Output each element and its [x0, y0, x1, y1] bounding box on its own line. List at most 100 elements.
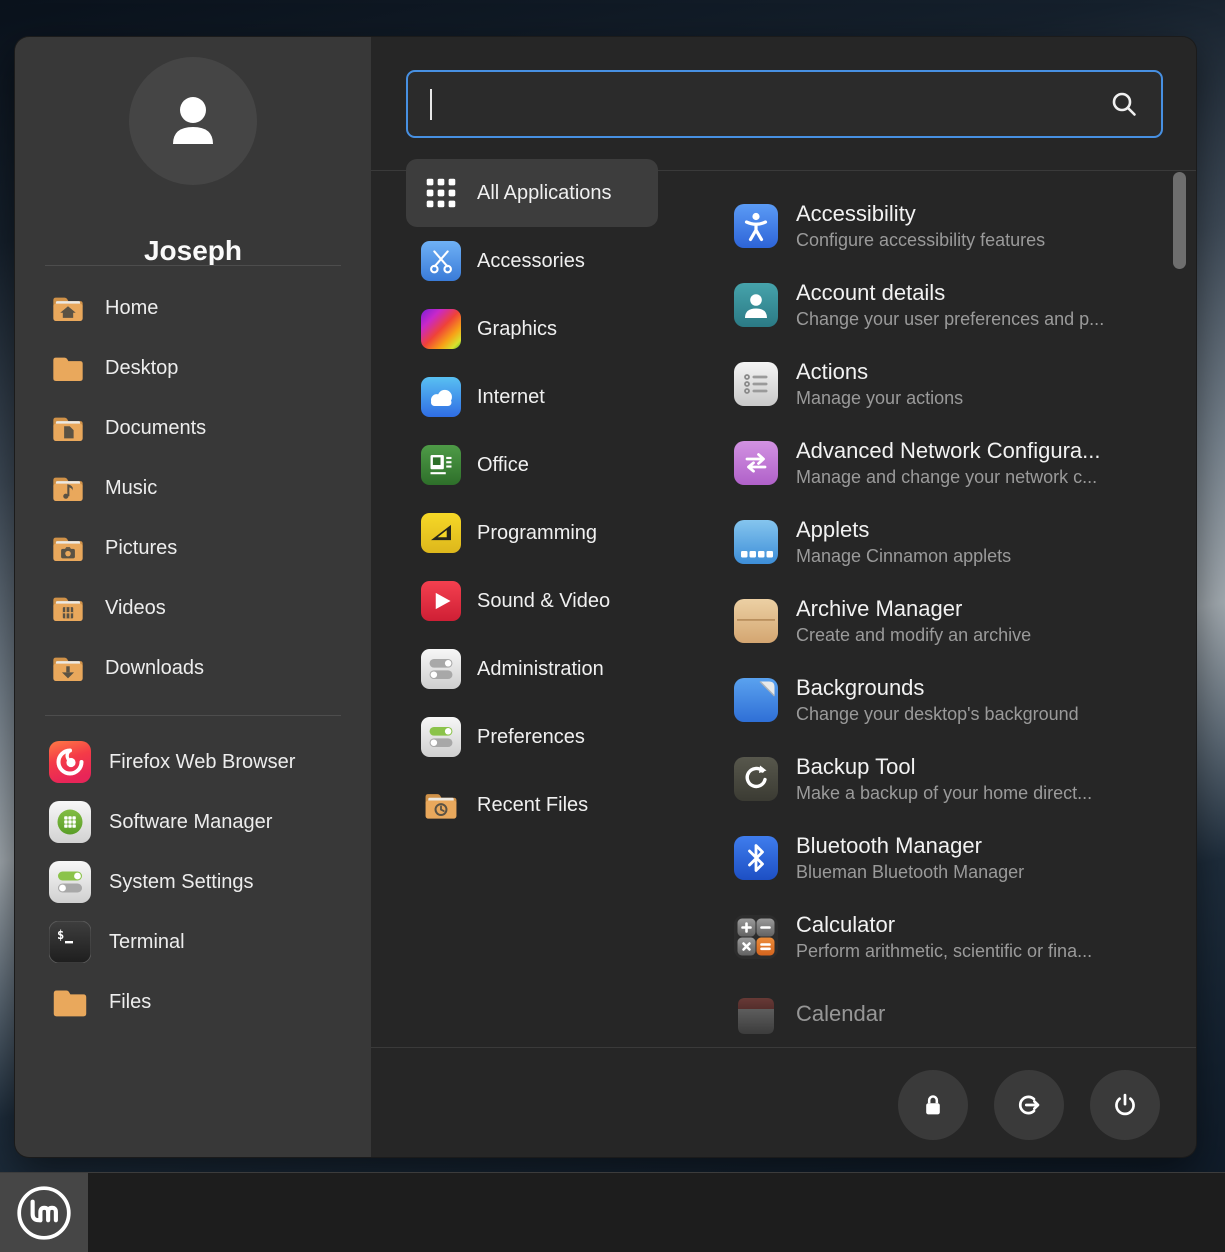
- app-row-accessibility[interactable]: Accessibility Configure accessibility fe…: [734, 186, 1134, 265]
- menu-button[interactable]: [0, 1173, 88, 1252]
- logout-icon: [1011, 1087, 1047, 1123]
- sidebar-item-label: System Settings: [109, 871, 254, 894]
- app-row-advanced-network-configuration[interactable]: Advanced Network Configura... Manage and…: [734, 423, 1134, 502]
- category-label: Administration: [477, 658, 604, 681]
- sidebar-item-label: Music: [105, 477, 157, 500]
- category-label: Recent Files: [477, 794, 588, 817]
- category-label: Accessories: [477, 250, 585, 273]
- app-row-bluetooth-manager[interactable]: Bluetooth Manager Blueman Bluetooth Mana…: [734, 818, 1134, 897]
- category-recent-files[interactable]: Recent Files: [406, 771, 706, 839]
- app-name: Calendar: [796, 1001, 885, 1027]
- sidebar-item-desktop[interactable]: Desktop: [15, 338, 371, 398]
- category-label: Graphics: [477, 318, 557, 341]
- app-name: Bluetooth Manager: [796, 833, 1024, 859]
- app-row-archive-manager[interactable]: Archive Manager Create and modify an arc…: [734, 581, 1134, 660]
- app-row-calendar[interactable]: Calendar: [734, 976, 1134, 1047]
- lock-button[interactable]: [898, 1070, 968, 1140]
- logout-button[interactable]: [994, 1070, 1064, 1140]
- category-office[interactable]: Office: [406, 431, 706, 499]
- username: Joseph: [15, 235, 371, 267]
- sidebar-divider: [45, 715, 341, 716]
- app-description: Manage Cinnamon applets: [796, 546, 1011, 567]
- app-description: Make a backup of your home direct...: [796, 783, 1092, 804]
- sidebar-item-documents[interactable]: Documents: [15, 398, 371, 458]
- category-all-applications[interactable]: All Applications: [406, 159, 658, 227]
- app-description: Configure accessibility features: [796, 230, 1045, 251]
- account-details-icon: [734, 283, 778, 327]
- category-programming[interactable]: Programming: [406, 499, 706, 567]
- recent-files-icon: [421, 785, 461, 825]
- menu-main-area: All Applications Accessories: [371, 37, 1196, 1157]
- app-row-actions[interactable]: Actions Manage your actions: [734, 344, 1134, 423]
- app-row-calculator[interactable]: Calculator Perform arithmetic, scientifi…: [734, 897, 1134, 976]
- sidebar-item-downloads[interactable]: Downloads: [15, 638, 371, 698]
- folder-desktop-icon: [49, 349, 87, 387]
- app-row-account-details[interactable]: Account details Change your user prefere…: [734, 265, 1134, 344]
- sidebar-item-software-manager[interactable]: Software Manager: [15, 792, 371, 852]
- accessibility-icon: [734, 204, 778, 248]
- search-icon[interactable]: [1109, 89, 1139, 119]
- app-name: Calculator: [796, 912, 1092, 938]
- set-square-icon: [421, 513, 461, 553]
- app-row-backgrounds[interactable]: Backgrounds Change your desktop's backgr…: [734, 660, 1134, 739]
- sidebar-item-label: Files: [109, 991, 151, 1014]
- play-icon: [421, 581, 461, 621]
- archive-manager-icon: [734, 599, 778, 643]
- app-name: Account details: [796, 280, 1104, 306]
- category-accessories[interactable]: Accessories: [406, 227, 706, 295]
- folder-videos-icon: [49, 589, 87, 627]
- app-name: Actions: [796, 359, 963, 385]
- sidebar-item-terminal[interactable]: $ Terminal: [15, 912, 371, 972]
- cloud-icon: [421, 377, 461, 417]
- scrollbar-thumb[interactable]: [1173, 172, 1186, 269]
- category-label: Sound & Video: [477, 590, 610, 613]
- category-label: All Applications: [477, 182, 612, 205]
- app-row-applets[interactable]: Applets Manage Cinnamon applets: [734, 502, 1134, 581]
- sidebar-item-pictures[interactable]: Pictures: [15, 518, 371, 578]
- sidebar-item-music[interactable]: Music: [15, 458, 371, 518]
- favorites-list: Firefox Web Browser Software: [15, 732, 371, 1032]
- user-icon: [158, 86, 228, 156]
- main-menu: Joseph Home Desktop Documents: [15, 37, 1196, 1157]
- color-wheel-icon: [421, 309, 461, 349]
- sidebar-item-label: Videos: [105, 597, 166, 620]
- search-input[interactable]: [408, 91, 1109, 117]
- system-settings-icon: [49, 861, 91, 903]
- app-description: Perform arithmetic, scientific or fina..…: [796, 941, 1092, 962]
- sidebar-item-home[interactable]: Home: [15, 278, 371, 338]
- taskbar: [0, 1172, 1225, 1252]
- app-description: Change your user preferences and p...: [796, 309, 1104, 330]
- app-row-backup-tool[interactable]: Backup Tool Make a backup of your home d…: [734, 739, 1134, 818]
- sidebar-item-files[interactable]: Files: [15, 972, 371, 1032]
- folder-home-icon: [49, 289, 87, 327]
- session-buttons: [898, 1070, 1160, 1140]
- sidebar-item-label: Software Manager: [109, 811, 272, 834]
- lock-icon: [916, 1088, 950, 1122]
- category-label: Office: [477, 454, 529, 477]
- sidebar-item-label: Desktop: [105, 357, 178, 380]
- scissors-icon: [421, 241, 461, 281]
- category-administration[interactable]: Administration: [406, 635, 706, 703]
- network-arrows-icon: [734, 441, 778, 485]
- category-preferences[interactable]: Preferences: [406, 703, 706, 771]
- app-description: Blueman Bluetooth Manager: [796, 862, 1024, 883]
- category-sound-video[interactable]: Sound & Video: [406, 567, 706, 635]
- power-button[interactable]: [1090, 1070, 1160, 1140]
- folder-documents-icon: [49, 409, 87, 447]
- toggles-icon: [421, 649, 461, 689]
- applets-icon: [734, 520, 778, 564]
- category-label: Internet: [477, 386, 545, 409]
- category-graphics[interactable]: Graphics: [406, 295, 706, 363]
- actions-icon: [734, 362, 778, 406]
- toggles-icon: [421, 717, 461, 757]
- places-list: Home Desktop Documents: [15, 278, 371, 698]
- separator: [371, 1047, 1196, 1048]
- sidebar-item-system-settings[interactable]: System Settings: [15, 852, 371, 912]
- sidebar-item-firefox[interactable]: Firefox Web Browser: [15, 732, 371, 792]
- avatar[interactable]: [129, 57, 257, 185]
- category-internet[interactable]: Internet: [406, 363, 706, 431]
- sidebar-item-label: Terminal: [109, 931, 185, 954]
- app-description: Change your desktop's background: [796, 704, 1079, 725]
- text-caret: [430, 89, 432, 120]
- sidebar-item-videos[interactable]: Videos: [15, 578, 371, 638]
